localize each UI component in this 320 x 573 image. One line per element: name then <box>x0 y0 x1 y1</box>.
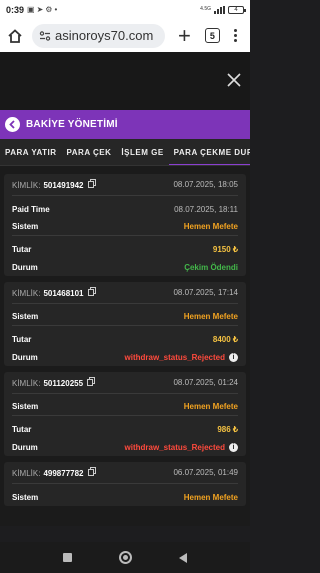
status-row: Durum withdraw_status_Rejected i <box>12 348 238 366</box>
copy-icon[interactable] <box>87 467 96 476</box>
status-bar: 0:39 ▣ ➤ ⚙ • 4.5G 4 <box>0 0 250 19</box>
paid-time-row: Paid Time 08.07.2025, 18:11 <box>12 200 238 218</box>
battery-icon: 4 <box>228 5 246 14</box>
page-header-area <box>0 52 250 110</box>
tab-bar: PARA YATIR PARA ÇEK İŞLEM GE PARA ÇEKME … <box>0 139 250 166</box>
withdraw-record-card: KİMLİK: 499877782 06.07.2025, 01:49 Siste… <box>4 462 246 506</box>
recents-button[interactable] <box>63 553 73 562</box>
kimlik-label: KİMLİK: <box>12 181 41 190</box>
record-header: KİMLİK: 501120255 08.07.2025, 01:24 <box>12 372 238 394</box>
status-value: withdraw_status_Rejected <box>124 442 225 452</box>
system-value: Hemen Mefete <box>183 492 238 502</box>
tab-deposit[interactable]: PARA YATIR <box>0 139 62 165</box>
address-bar[interactable]: asinoroys70.com <box>32 23 165 48</box>
amount-label: Tutar <box>12 424 32 434</box>
record-date: 06.07.2025, 01:49 <box>173 468 238 477</box>
kimlik-label: KİMLİK: <box>12 379 41 388</box>
notification-icons: ▣ ➤ ⚙ • <box>27 5 57 14</box>
amount-row: Tutar 986 ₺ <box>12 420 238 438</box>
system-row: Sistem Hemen Mefete <box>12 488 238 506</box>
gallery-icon: ▣ <box>27 5 35 14</box>
dot-icon: • <box>54 5 58 14</box>
info-icon[interactable]: i <box>229 352 238 362</box>
network-type: 4.5G <box>200 6 211 12</box>
system-row: Sistem Hemen Mefete <box>12 218 238 236</box>
system-label: Sistem <box>12 312 39 321</box>
clock: 0:39 <box>6 4 25 15</box>
back-button[interactable] <box>5 117 20 132</box>
withdraw-status-list: KİMLİK: 501491942 08.07.2025, 18:05 Paid … <box>0 166 250 526</box>
browser-toolbar: asinoroys70.com + 5 <box>0 19 250 52</box>
tab-withdraw-status[interactable]: PARA ÇEKME DURUMU <box>168 139 250 165</box>
system-value: Hemen Mefete <box>183 222 238 231</box>
tab-switcher-button[interactable]: 5 <box>204 28 220 43</box>
record-date: 08.07.2025, 18:05 <box>173 180 238 189</box>
copy-icon[interactable] <box>87 287 96 296</box>
home-button[interactable] <box>118 551 132 564</box>
system-label: Sistem <box>12 222 39 231</box>
status-row: Durum Çekim Ödendi <box>12 258 238 276</box>
record-id: 501468101 <box>43 289 84 298</box>
settings-icon: ⚙ <box>45 5 53 14</box>
copy-icon[interactable] <box>87 377 96 386</box>
record-id: 499877782 <box>43 469 84 478</box>
tab-withdraw[interactable]: PARA ÇEK <box>62 139 117 165</box>
record-date: 08.07.2025, 01:24 <box>173 378 238 387</box>
status-value: Çekim Ödendi <box>184 262 238 272</box>
new-tab-icon[interactable]: + <box>178 24 191 47</box>
site-settings-icon[interactable] <box>39 30 51 42</box>
status-label: Durum <box>12 352 38 362</box>
balance-header: BAKİYE YÖNETİMİ <box>0 110 250 139</box>
back-nav-button[interactable] <box>178 552 187 563</box>
battery-level: 4 <box>234 6 238 13</box>
amount-value: 986 ₺ <box>217 424 238 434</box>
status-label: Durum <box>12 262 38 272</box>
withdraw-record-card: KİMLİK: 501491942 08.07.2025, 18:05 Paid … <box>4 174 246 276</box>
record-header: KİMLİK: 501491942 08.07.2025, 18:05 <box>12 174 238 196</box>
tab-transactions[interactable]: İŞLEM GE <box>116 139 168 165</box>
status-row: Durum withdraw_status_Rejected i <box>12 438 238 456</box>
system-label: Sistem <box>12 492 39 502</box>
withdraw-record-card: KİMLİK: 501120255 08.07.2025, 01:24 Siste… <box>4 372 246 456</box>
close-icon[interactable] <box>226 72 242 88</box>
paid-time-label: Paid Time <box>12 204 50 214</box>
record-date: 08.07.2025, 17:14 <box>173 288 238 297</box>
amount-value: 8400 ₺ <box>212 334 238 344</box>
signal-icon <box>214 5 225 14</box>
paid-time-value: 08.07.2025, 18:11 <box>174 204 238 214</box>
system-value: Hemen Mefete <box>183 402 238 411</box>
menu-icon[interactable] <box>233 29 237 42</box>
amount-value: 9150 ₺ <box>212 244 238 254</box>
withdraw-record-card: KİMLİK: 501468101 08.07.2025, 17:14 Siste… <box>4 282 246 366</box>
system-value: Hemen Mefete <box>183 312 238 321</box>
amount-row: Tutar 9150 ₺ <box>12 240 238 258</box>
status-value: withdraw_status_Rejected <box>124 352 225 362</box>
record-header: KİMLİK: 499877782 06.07.2025, 01:49 <box>12 462 238 484</box>
record-id: 501120255 <box>43 379 84 388</box>
system-row: Sistem Hemen Mefete <box>12 398 238 416</box>
system-row: Sistem Hemen Mefete <box>12 308 238 326</box>
kimlik-label: KİMLİK: <box>12 469 41 478</box>
system-nav-bar <box>0 542 250 573</box>
copy-icon[interactable] <box>87 179 96 188</box>
amount-label: Tutar <box>12 244 32 254</box>
kimlik-label: KİMLİK: <box>12 289 41 298</box>
record-header: KİMLİK: 501468101 08.07.2025, 17:14 <box>12 282 238 304</box>
telegram-icon: ➤ <box>36 5 44 14</box>
home-icon[interactable] <box>6 27 24 45</box>
info-icon[interactable]: i <box>229 442 238 452</box>
system-label: Sistem <box>12 402 39 411</box>
status-label: Durum <box>12 442 38 452</box>
amount-label: Tutar <box>12 334 32 344</box>
url-text: asinoroys70.com <box>55 28 154 43</box>
chevron-left-icon <box>9 120 15 129</box>
dialog-title: BAKİYE YÖNETİMİ <box>26 119 118 130</box>
amount-row: Tutar 8400 ₺ <box>12 330 238 348</box>
record-id: 501491942 <box>43 181 84 190</box>
